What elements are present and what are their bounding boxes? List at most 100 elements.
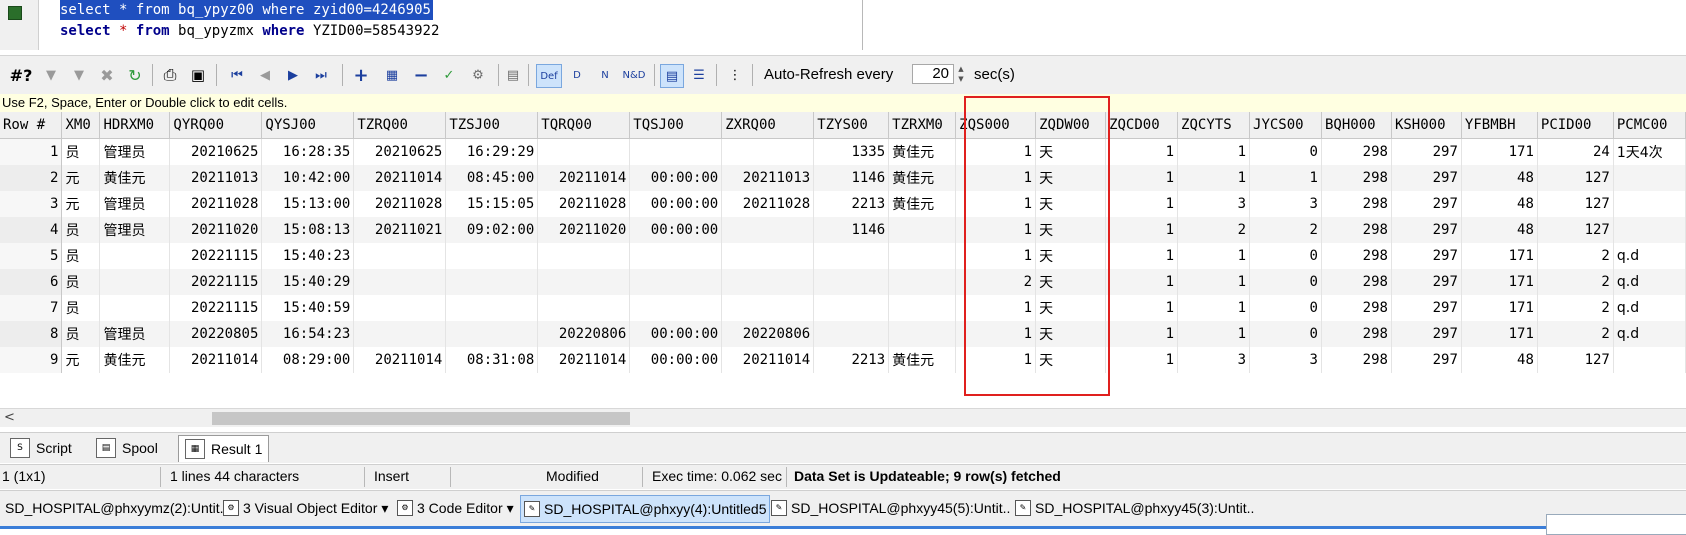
cancel-icon[interactable]: ✖ (96, 64, 118, 86)
table-cell[interactable]: 员 (61, 243, 101, 269)
column-header[interactable]: PCID00 (1537, 112, 1614, 139)
table-cell[interactable]: 1 (1105, 217, 1179, 243)
table-cell[interactable] (888, 321, 957, 347)
table-cell[interactable]: 20211014 (537, 165, 631, 191)
table-cell[interactable]: 元 (61, 165, 101, 191)
table-cell[interactable]: q.d (1613, 321, 1686, 347)
table-cell[interactable]: 元 (61, 191, 101, 217)
table-cell[interactable] (629, 243, 723, 269)
column-header[interactable]: QYSJ00 (261, 112, 355, 139)
table-row[interactable]: 7 员 20221115 15:40:59 1 天 1 1 0 298 297 171 2 q.d (0, 295, 1686, 321)
table-cell[interactable]: 2 (1249, 217, 1322, 243)
table-cell[interactable]: 297 (1391, 217, 1462, 243)
table-cell[interactable]: 20210625 (353, 138, 447, 165)
table-cell[interactable]: 298 (1321, 347, 1392, 373)
sql-line-1[interactable]: select * from bq_ypyz00 where zyid00=424… (60, 0, 433, 20)
column-header[interactable]: TZRQ00 (353, 112, 447, 139)
table-cell[interactable]: 00:00:00 (629, 347, 723, 373)
table-cell[interactable]: 20220806 (721, 321, 815, 347)
row-number[interactable]: 6 (0, 269, 63, 295)
table-cell[interactable]: 127 (1537, 217, 1614, 243)
task-window[interactable]: ✎ SD_HOSPITAL@phxyy45(5):Untit.. (768, 495, 1013, 521)
n-view-button[interactable]: N (594, 64, 616, 86)
table-cell[interactable]: 297 (1391, 295, 1462, 321)
task-window[interactable]: SD_HOSPITAL@phxyymz(2):Untit.. (2, 495, 230, 521)
prior-record-icon[interactable]: ◀ (254, 64, 276, 86)
table-cell[interactable] (445, 321, 539, 347)
table-cell[interactable] (99, 295, 171, 321)
column-header[interactable]: ZXRQ00 (721, 112, 815, 139)
task-window[interactable]: ⚙ 3 Visual Object Editor ▾ (220, 495, 391, 521)
last-record-icon[interactable]: ⏭ (310, 64, 332, 86)
table-cell[interactable]: 1 (1105, 321, 1179, 347)
auto-refresh-interval-input[interactable]: 20 (912, 64, 954, 84)
row-number[interactable]: 7 (0, 295, 63, 321)
dropdown-caret-icon[interactable]: ▾ (381, 500, 388, 517)
column-header[interactable]: ZQCYTS (1177, 112, 1251, 139)
table-cell[interactable]: 08:29:00 (261, 347, 355, 373)
table-cell[interactable]: 元 (61, 347, 101, 373)
table-cell[interactable]: 1 (1177, 165, 1251, 191)
table-cell[interactable]: 员 (61, 269, 101, 295)
table-cell[interactable] (813, 321, 890, 347)
table-cell[interactable]: 1146 (813, 165, 890, 191)
table-cell[interactable]: 2 (1537, 295, 1614, 321)
table-cell[interactable] (353, 243, 447, 269)
table-cell[interactable] (353, 269, 447, 295)
table-cell[interactable]: 297 (1391, 138, 1462, 165)
table-cell[interactable]: 20211028 (721, 191, 815, 217)
table-cell[interactable] (721, 269, 815, 295)
table-cell[interactable]: 171 (1461, 295, 1538, 321)
table-cell[interactable]: 管理员 (99, 138, 171, 165)
table-cell[interactable] (721, 295, 815, 321)
table-cell[interactable] (888, 295, 957, 321)
table-cell[interactable]: 1 (1177, 295, 1251, 321)
table-cell[interactable]: 1 (1105, 347, 1179, 373)
table-row[interactable]: 3 元管理员 20211028 15:13:00 20211028 15:15:05 202… (0, 191, 1686, 217)
column-header[interactable]: TZYS00 (813, 112, 890, 139)
table-cell[interactable]: 2213 (813, 191, 890, 217)
table-cell[interactable] (353, 321, 447, 347)
table-cell[interactable]: 2 (1537, 321, 1614, 347)
scroll-left-icon[interactable]: < (4, 410, 15, 425)
table-cell[interactable]: 20211014 (537, 347, 631, 373)
task-window[interactable]: ⚙ 3 Code Editor ▾ (394, 495, 517, 521)
table-cell[interactable]: 1 (1105, 269, 1179, 295)
table-cell[interactable] (813, 243, 890, 269)
table-cell[interactable] (888, 217, 957, 243)
table-cell[interactable]: 黄佳元 (888, 347, 957, 373)
table-cell[interactable]: 1 (1105, 243, 1179, 269)
table-cell[interactable]: 15:40:23 (261, 243, 355, 269)
table-cell[interactable] (445, 295, 539, 321)
refresh-icon[interactable]: ↻ (124, 64, 146, 86)
row-number[interactable]: 3 (0, 191, 63, 217)
nd-view-button[interactable]: N&D (620, 64, 648, 86)
row-number[interactable]: 4 (0, 217, 63, 243)
table-cell[interactable]: 1天4次 (1613, 138, 1686, 165)
table-cell[interactable]: 171 (1461, 321, 1538, 347)
table-cell[interactable]: 天 (1035, 191, 1107, 217)
delete-record-icon[interactable]: − (410, 64, 432, 86)
table-cell[interactable]: 48 (1461, 217, 1538, 243)
table-cell[interactable] (537, 138, 631, 165)
table-cell[interactable]: 20211014 (721, 347, 815, 373)
table-cell[interactable]: 00:00:00 (629, 165, 723, 191)
table-cell[interactable]: 黄佳元 (888, 165, 957, 191)
table-cell[interactable]: 16:29:29 (445, 138, 539, 165)
table-cell[interactable]: 黄佳元 (888, 191, 957, 217)
sql-editor[interactable]: select * from bq_ypyz00 where zyid00=424… (0, 0, 862, 50)
table-cell[interactable]: 1 (1177, 243, 1251, 269)
table-cell[interactable]: 08:31:08 (445, 347, 539, 373)
table-cell[interactable]: 00:00:00 (629, 191, 723, 217)
table-cell[interactable]: 天 (1035, 165, 1107, 191)
table-cell[interactable]: 天 (1035, 243, 1107, 269)
table-cell[interactable]: 黄佳元 (99, 165, 171, 191)
horizontal-scrollbar[interactable]: < (0, 408, 1686, 427)
table-cell[interactable]: 员 (61, 321, 101, 347)
table-cell[interactable]: 298 (1321, 191, 1392, 217)
table-cell[interactable]: 298 (1321, 243, 1392, 269)
table-cell[interactable] (629, 269, 723, 295)
table-cell[interactable]: 00:00:00 (629, 321, 723, 347)
table-cell[interactable]: 1 (1177, 321, 1251, 347)
table-cell[interactable]: 1 (1177, 138, 1251, 165)
